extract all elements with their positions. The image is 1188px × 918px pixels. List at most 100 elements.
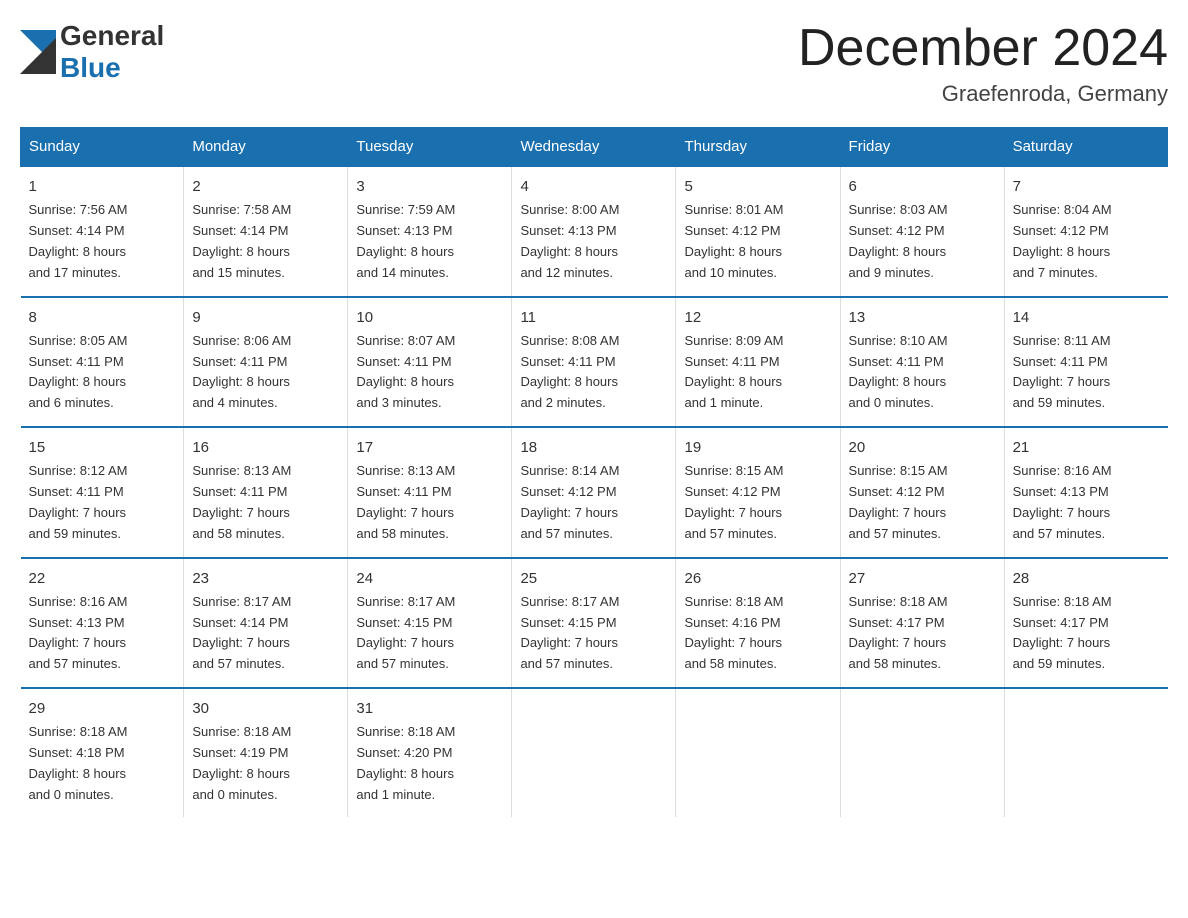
day-number: 13	[849, 306, 996, 329]
day-info: Sunrise: 8:16 AM Sunset: 4:13 PM Dayligh…	[29, 592, 176, 675]
day-number: 30	[192, 697, 339, 720]
day-number: 11	[520, 306, 667, 329]
day-number: 25	[520, 567, 667, 590]
calendar-cell	[676, 688, 840, 817]
calendar-week-row: 22Sunrise: 8:16 AM Sunset: 4:13 PM Dayli…	[21, 558, 1168, 688]
header-wednesday: Wednesday	[512, 128, 676, 167]
day-info: Sunrise: 8:08 AM Sunset: 4:11 PM Dayligh…	[520, 331, 667, 414]
day-number: 19	[684, 436, 831, 459]
day-info: Sunrise: 8:07 AM Sunset: 4:11 PM Dayligh…	[356, 331, 503, 414]
day-info: Sunrise: 8:04 AM Sunset: 4:12 PM Dayligh…	[1013, 200, 1160, 283]
day-info: Sunrise: 8:18 AM Sunset: 4:17 PM Dayligh…	[849, 592, 996, 675]
day-number: 7	[1013, 175, 1160, 198]
day-info: Sunrise: 8:18 AM Sunset: 4:19 PM Dayligh…	[192, 722, 339, 805]
day-number: 31	[356, 697, 503, 720]
calendar-cell: 20Sunrise: 8:15 AM Sunset: 4:12 PM Dayli…	[840, 427, 1004, 557]
header-saturday: Saturday	[1004, 128, 1167, 167]
logo-blue: Blue	[60, 52, 164, 84]
day-info: Sunrise: 8:16 AM Sunset: 4:13 PM Dayligh…	[1013, 461, 1160, 544]
day-number: 12	[684, 306, 831, 329]
day-info: Sunrise: 8:03 AM Sunset: 4:12 PM Dayligh…	[849, 200, 996, 283]
calendar-week-row: 1Sunrise: 7:56 AM Sunset: 4:14 PM Daylig…	[21, 166, 1168, 296]
logo-general: General	[60, 20, 164, 52]
day-info: Sunrise: 8:12 AM Sunset: 4:11 PM Dayligh…	[29, 461, 176, 544]
day-number: 20	[849, 436, 996, 459]
logo: General Blue	[20, 20, 164, 84]
calendar-cell	[512, 688, 676, 817]
page-header: General Blue December 2024 Graefenroda, …	[20, 20, 1168, 107]
day-info: Sunrise: 8:15 AM Sunset: 4:12 PM Dayligh…	[849, 461, 996, 544]
subtitle: Graefenroda, Germany	[798, 81, 1168, 107]
calendar-cell: 4Sunrise: 8:00 AM Sunset: 4:13 PM Daylig…	[512, 166, 676, 296]
day-info: Sunrise: 8:17 AM Sunset: 4:15 PM Dayligh…	[520, 592, 667, 675]
day-info: Sunrise: 7:58 AM Sunset: 4:14 PM Dayligh…	[192, 200, 339, 283]
day-number: 4	[520, 175, 667, 198]
day-number: 23	[192, 567, 339, 590]
title-block: December 2024 Graefenroda, Germany	[798, 20, 1168, 107]
calendar-cell: 30Sunrise: 8:18 AM Sunset: 4:19 PM Dayli…	[184, 688, 348, 817]
header-tuesday: Tuesday	[348, 128, 512, 167]
calendar-cell: 5Sunrise: 8:01 AM Sunset: 4:12 PM Daylig…	[676, 166, 840, 296]
day-info: Sunrise: 8:18 AM Sunset: 4:18 PM Dayligh…	[29, 722, 176, 805]
calendar-cell	[1004, 688, 1167, 817]
day-info: Sunrise: 7:59 AM Sunset: 4:13 PM Dayligh…	[356, 200, 503, 283]
calendar-cell: 24Sunrise: 8:17 AM Sunset: 4:15 PM Dayli…	[348, 558, 512, 688]
calendar-week-row: 8Sunrise: 8:05 AM Sunset: 4:11 PM Daylig…	[21, 297, 1168, 427]
day-number: 2	[192, 175, 339, 198]
logo-icon	[20, 30, 56, 74]
day-info: Sunrise: 8:10 AM Sunset: 4:11 PM Dayligh…	[849, 331, 996, 414]
day-number: 5	[684, 175, 831, 198]
calendar-week-row: 29Sunrise: 8:18 AM Sunset: 4:18 PM Dayli…	[21, 688, 1168, 817]
day-number: 16	[192, 436, 339, 459]
day-number: 24	[356, 567, 503, 590]
page-title: December 2024	[798, 20, 1168, 77]
day-number: 8	[29, 306, 176, 329]
calendar-cell: 27Sunrise: 8:18 AM Sunset: 4:17 PM Dayli…	[840, 558, 1004, 688]
calendar-cell: 21Sunrise: 8:16 AM Sunset: 4:13 PM Dayli…	[1004, 427, 1167, 557]
calendar-cell: 15Sunrise: 8:12 AM Sunset: 4:11 PM Dayli…	[21, 427, 184, 557]
calendar-cell: 25Sunrise: 8:17 AM Sunset: 4:15 PM Dayli…	[512, 558, 676, 688]
day-info: Sunrise: 8:17 AM Sunset: 4:15 PM Dayligh…	[356, 592, 503, 675]
header-friday: Friday	[840, 128, 1004, 167]
day-number: 21	[1013, 436, 1160, 459]
calendar-header-row: SundayMondayTuesdayWednesdayThursdayFrid…	[21, 128, 1168, 167]
calendar-cell: 12Sunrise: 8:09 AM Sunset: 4:11 PM Dayli…	[676, 297, 840, 427]
calendar-cell: 2Sunrise: 7:58 AM Sunset: 4:14 PM Daylig…	[184, 166, 348, 296]
calendar-week-row: 15Sunrise: 8:12 AM Sunset: 4:11 PM Dayli…	[21, 427, 1168, 557]
day-number: 17	[356, 436, 503, 459]
day-number: 22	[29, 567, 176, 590]
day-number: 27	[849, 567, 996, 590]
calendar-cell: 10Sunrise: 8:07 AM Sunset: 4:11 PM Dayli…	[348, 297, 512, 427]
calendar-cell: 19Sunrise: 8:15 AM Sunset: 4:12 PM Dayli…	[676, 427, 840, 557]
day-info: Sunrise: 8:13 AM Sunset: 4:11 PM Dayligh…	[356, 461, 503, 544]
day-number: 6	[849, 175, 996, 198]
day-number: 29	[29, 697, 176, 720]
day-number: 15	[29, 436, 176, 459]
calendar-cell	[840, 688, 1004, 817]
day-number: 3	[356, 175, 503, 198]
calendar-cell: 23Sunrise: 8:17 AM Sunset: 4:14 PM Dayli…	[184, 558, 348, 688]
calendar-cell: 6Sunrise: 8:03 AM Sunset: 4:12 PM Daylig…	[840, 166, 1004, 296]
day-info: Sunrise: 8:18 AM Sunset: 4:17 PM Dayligh…	[1013, 592, 1160, 675]
calendar-cell: 31Sunrise: 8:18 AM Sunset: 4:20 PM Dayli…	[348, 688, 512, 817]
day-info: Sunrise: 8:06 AM Sunset: 4:11 PM Dayligh…	[192, 331, 339, 414]
day-info: Sunrise: 8:01 AM Sunset: 4:12 PM Dayligh…	[684, 200, 831, 283]
calendar-cell: 18Sunrise: 8:14 AM Sunset: 4:12 PM Dayli…	[512, 427, 676, 557]
calendar-cell: 22Sunrise: 8:16 AM Sunset: 4:13 PM Dayli…	[21, 558, 184, 688]
day-info: Sunrise: 8:09 AM Sunset: 4:11 PM Dayligh…	[684, 331, 831, 414]
calendar-cell: 17Sunrise: 8:13 AM Sunset: 4:11 PM Dayli…	[348, 427, 512, 557]
calendar-cell: 9Sunrise: 8:06 AM Sunset: 4:11 PM Daylig…	[184, 297, 348, 427]
day-number: 14	[1013, 306, 1160, 329]
day-number: 26	[684, 567, 831, 590]
day-info: Sunrise: 8:18 AM Sunset: 4:20 PM Dayligh…	[356, 722, 503, 805]
day-info: Sunrise: 8:15 AM Sunset: 4:12 PM Dayligh…	[684, 461, 831, 544]
calendar-cell: 3Sunrise: 7:59 AM Sunset: 4:13 PM Daylig…	[348, 166, 512, 296]
calendar-cell: 7Sunrise: 8:04 AM Sunset: 4:12 PM Daylig…	[1004, 166, 1167, 296]
day-info: Sunrise: 7:56 AM Sunset: 4:14 PM Dayligh…	[29, 200, 176, 283]
calendar-cell: 13Sunrise: 8:10 AM Sunset: 4:11 PM Dayli…	[840, 297, 1004, 427]
day-number: 1	[29, 175, 176, 198]
day-number: 9	[192, 306, 339, 329]
day-info: Sunrise: 8:17 AM Sunset: 4:14 PM Dayligh…	[192, 592, 339, 675]
calendar-cell: 11Sunrise: 8:08 AM Sunset: 4:11 PM Dayli…	[512, 297, 676, 427]
header-monday: Monday	[184, 128, 348, 167]
